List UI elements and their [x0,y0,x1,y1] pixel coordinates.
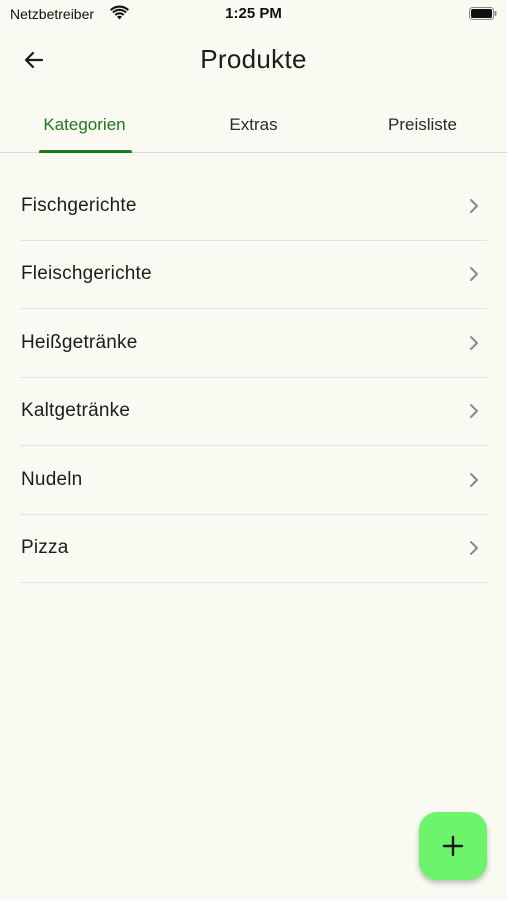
category-label: Heißgetränke [21,331,138,353]
plus-icon [442,835,464,857]
tab-extras[interactable]: Extras [169,96,338,153]
category-item-nudeln[interactable]: Nudeln [20,446,487,515]
category-list: Fischgerichte Fleischgerichte Heißgeträn… [20,172,487,583]
tab-preisliste[interactable]: Preisliste [338,96,507,153]
chevron-right-icon [470,335,478,350]
category-label: Kaltgetränke [21,400,131,422]
chevron-right-icon [470,541,478,556]
chevron-right-icon [470,472,478,487]
battery-icon [469,7,497,20]
tab-kategorien[interactable]: Kategorien [0,96,169,153]
category-item-heissgetraenke[interactable]: Heißgetränke [20,309,487,378]
app-header: Produkte [0,28,507,92]
active-tab-indicator [39,150,132,153]
page-title: Produkte [200,44,307,74]
category-label: Nudeln [21,468,83,490]
category-label: Pizza [21,537,69,559]
category-item-fischgerichte[interactable]: Fischgerichte [20,172,487,241]
chevron-right-icon [470,198,478,213]
status-time: 1:25 PM [225,5,282,22]
category-item-pizza[interactable]: Pizza [20,515,487,583]
category-item-fleischgerichte[interactable]: Fleischgerichte [20,241,487,309]
tab-label: Kategorien [43,114,126,134]
category-label: Fleischgerichte [21,263,152,285]
category-item-kaltgetraenke[interactable]: Kaltgetränke [20,378,487,446]
status-bar: Netzbetreiber 1:25 PM [0,0,507,28]
category-label: Fischgerichte [21,194,137,216]
tab-label: Preisliste [388,114,457,134]
add-category-button[interactable] [419,812,487,880]
chevron-right-icon [470,404,478,419]
tab-label: Extras [229,114,278,134]
chevron-right-icon [470,267,478,282]
tab-bar: Kategorien Extras Preisliste [0,96,507,153]
